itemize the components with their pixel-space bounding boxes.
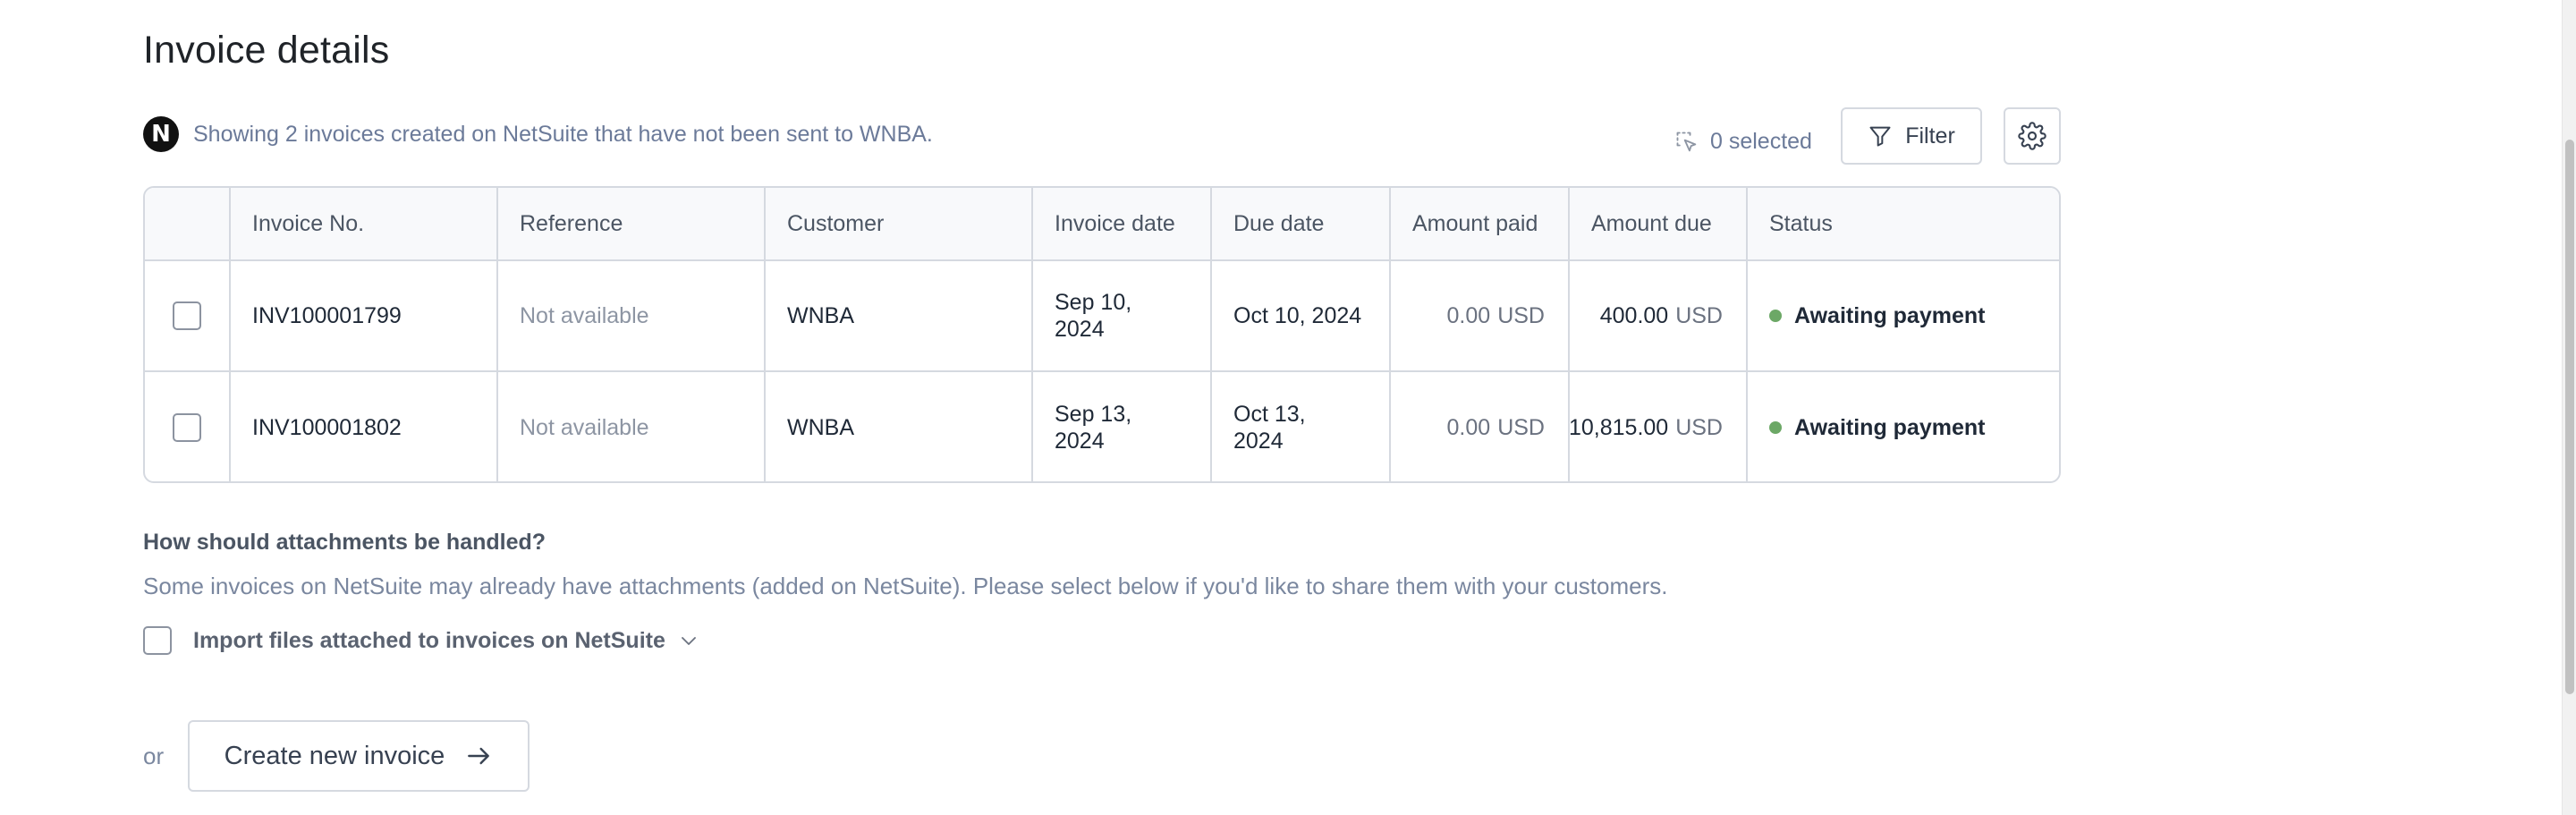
status-dot-icon [1769, 421, 1782, 434]
filter-icon [1869, 126, 1891, 147]
selected-count-label: 0 selected [1710, 129, 1812, 154]
page-scrollbar[interactable] [2562, 0, 2576, 815]
row-checkbox[interactable] [173, 413, 201, 442]
invoice-customer: WNBA [766, 372, 1033, 481]
due-date-line1: Oct 13, [1233, 402, 1306, 427]
invoice-date-line1: Sep 13, [1055, 402, 1132, 427]
invoice-reference: Not available [498, 372, 766, 481]
header-invoice-no: Invoice No. [231, 188, 498, 259]
amount-paid-value: 0.00 [1446, 414, 1491, 440]
header-amount-paid: Amount paid [1391, 188, 1570, 259]
create-new-invoice-button[interactable]: Create new invoice [188, 720, 530, 792]
filter-button[interactable]: Filter [1841, 107, 1982, 165]
amount-due-value: 400.00 [1599, 302, 1669, 328]
amount-paid: 0.00 USD [1391, 372, 1570, 481]
selected-count: 0 selected [1674, 129, 1812, 155]
header-status: Status [1769, 210, 1833, 236]
invoice-reference: Not available [498, 261, 766, 370]
status-dot-icon [1769, 310, 1782, 322]
status-badge: Awaiting payment [1769, 415, 1985, 441]
or-label: or [143, 743, 165, 769]
filter-button-label: Filter [1905, 123, 1955, 149]
invoice-table: Invoice No. Reference Customer Invoice d… [143, 186, 2061, 483]
header-select-cell [145, 188, 231, 259]
row-checkbox[interactable] [173, 301, 201, 330]
amount-due-unit: USD [1675, 414, 1723, 440]
import-attachments-checkbox[interactable] [143, 626, 172, 655]
page-title: Invoice details [143, 29, 390, 72]
invoice-number: INV100001802 [231, 372, 498, 481]
amount-due-value: 10,815.00 [1568, 414, 1669, 440]
invoice-date-line2: 2024 [1055, 317, 1105, 342]
amount-paid: 0.00 USD [1391, 261, 1570, 370]
status-cell: Awaiting payment [1748, 372, 2059, 481]
due-date-line1: Oct 10, 2024 [1233, 303, 1362, 328]
table-row: INV100001799 Not available WNBA Sep 10, 2… [145, 261, 2059, 372]
selection-cursor-icon [1676, 132, 1697, 151]
import-attachments-option: Import files attached to invoices on Net… [143, 626, 699, 655]
amount-paid-unit: USD [1497, 414, 1545, 440]
info-text: Showing 2 invoices created on NetSuite t… [193, 121, 933, 147]
invoice-number: INV100001799 [231, 261, 498, 370]
header-reference: Reference [498, 188, 766, 259]
amount-paid-unit: USD [1497, 302, 1545, 328]
amount-due-unit: USD [1675, 302, 1723, 328]
create-new-invoice-label: Create new invoice [224, 741, 445, 770]
table-header-row: Invoice No. Reference Customer Invoice d… [145, 188, 2059, 261]
amount-due: 400.00 USD [1570, 261, 1748, 370]
header-invoice-date: Invoice date [1033, 188, 1212, 259]
netsuite-logo-icon: N [143, 116, 179, 152]
invoice-date-line1: Sep 10, [1055, 290, 1132, 315]
chevron-down-icon[interactable] [678, 630, 699, 651]
due-date-line2: 2024 [1233, 429, 1284, 454]
settings-button[interactable] [2004, 107, 2061, 165]
info-row: N Showing 2 invoices created on NetSuite… [143, 116, 933, 152]
status-cell: Awaiting payment [1748, 261, 2059, 370]
invoice-date-line2: 2024 [1055, 429, 1105, 454]
amount-paid-value: 0.00 [1446, 302, 1491, 328]
invoice-customer: WNBA [766, 261, 1033, 370]
row-select-cell [145, 261, 231, 370]
due-date: Oct 13, 2024 [1212, 372, 1391, 481]
gear-icon [2018, 122, 2046, 150]
status-label: Awaiting payment [1794, 302, 1986, 328]
header-due-date: Due date [1212, 188, 1391, 259]
status-label: Awaiting payment [1794, 414, 1986, 440]
amount-due: 10,815.00 USD [1568, 372, 1748, 481]
header-customer: Customer [766, 188, 1033, 259]
attachments-description: Some invoices on NetSuite may already ha… [143, 573, 1668, 599]
table-row: INV100001802 Not available WNBA Sep 13, 2… [145, 372, 2059, 481]
invoice-date: Sep 13, 2024 [1033, 372, 1212, 481]
header-amount-due: Amount due [1570, 188, 1748, 259]
arrow-right-icon [468, 747, 490, 765]
invoice-date: Sep 10, 2024 [1033, 261, 1212, 370]
scrollbar-thumb[interactable] [2565, 140, 2574, 694]
status-badge: Awaiting payment [1769, 303, 1985, 329]
due-date: Oct 10, 2024 [1212, 261, 1391, 370]
attachments-heading: How should attachments be handled? [143, 530, 547, 555]
row-select-cell [145, 372, 231, 481]
import-attachments-label[interactable]: Import files attached to invoices on Net… [193, 628, 665, 654]
